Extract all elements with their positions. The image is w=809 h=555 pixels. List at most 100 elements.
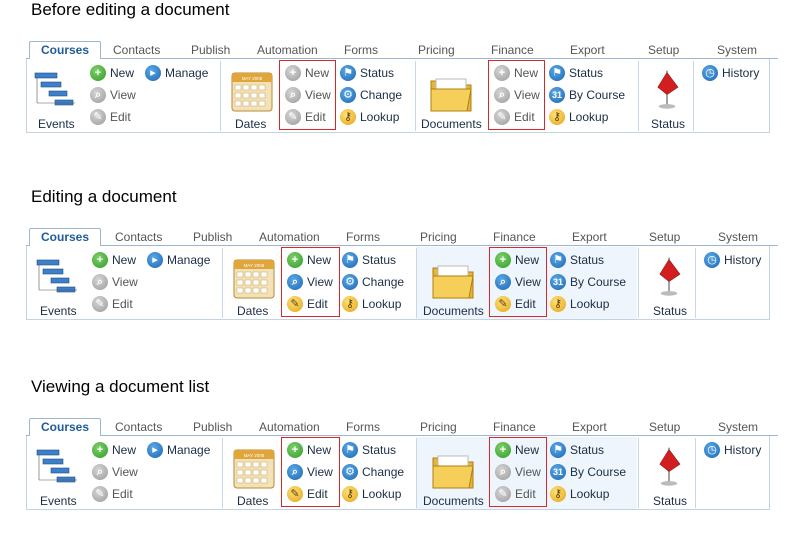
dates-change-button[interactable]: ⚙ Change (342, 272, 404, 292)
highlight-box (489, 247, 547, 317)
documents-lookup-button[interactable]: ⚷ Lookup (550, 484, 609, 504)
tab-automation[interactable]: Automation (257, 42, 318, 59)
documents-lookup-button[interactable]: ⚷ Lookup (549, 107, 608, 127)
events-edit-button[interactable]: ✎ Edit (92, 294, 133, 314)
dates-status-button[interactable]: ⚑ Status (340, 63, 394, 83)
tab-automation[interactable]: Automation (259, 229, 320, 246)
events-label[interactable]: Events (38, 117, 75, 131)
events-manage-button[interactable]: ▸ Manage (147, 440, 210, 460)
dates-label[interactable]: Dates (235, 117, 266, 131)
documents-lookup-button[interactable]: ⚷ Lookup (550, 294, 609, 314)
dates-lookup-button[interactable]: ⚷ Lookup (342, 484, 401, 504)
red-flag-icon[interactable] (647, 444, 691, 488)
tab-export[interactable]: Export (570, 42, 605, 59)
documents-by-course-button[interactable]: 31 By Course (550, 272, 626, 292)
documents-status-button[interactable]: ⚑ Status (550, 250, 604, 270)
red-flag-icon[interactable] (645, 67, 689, 111)
status-label[interactable]: Status (651, 117, 685, 131)
magnifier-icon: ⌕ (92, 464, 108, 480)
events-label[interactable]: Events (40, 494, 77, 508)
highlight-box (488, 60, 545, 130)
events-new-button[interactable]: + New (92, 250, 136, 270)
gantt-chart-icon[interactable] (33, 69, 77, 113)
tab-publish[interactable]: Publish (191, 42, 230, 59)
tab-courses[interactable]: Courses (29, 418, 102, 437)
status-label[interactable]: Status (653, 494, 687, 508)
calendar-icon[interactable]: MAY 2008 (232, 256, 276, 300)
events-view-button[interactable]: ⌕ View (92, 272, 138, 292)
tab-finance[interactable]: Finance (491, 42, 534, 59)
events-new-button[interactable]: + New (92, 440, 136, 460)
history-button[interactable]: ◷ History (704, 440, 761, 460)
documents-by-course-button[interactable]: 31 By Course (550, 462, 626, 482)
svg-text:MAY 2008: MAY 2008 (244, 263, 265, 268)
documents-label[interactable]: Documents (421, 117, 482, 131)
events-label[interactable]: Events (40, 304, 77, 318)
history-button[interactable]: ◷ History (704, 250, 761, 270)
calendar-icon[interactable]: MAY 2008 (232, 446, 276, 490)
folder-icon[interactable] (429, 71, 473, 115)
dates-label[interactable]: Dates (237, 494, 268, 508)
highlight-box (281, 437, 340, 507)
tab-publish[interactable]: Publish (193, 229, 232, 246)
events-edit-button[interactable]: ✎ Edit (92, 484, 133, 504)
events-view-button[interactable]: ⌕ View (90, 85, 136, 105)
events-manage-button[interactable]: ▸ Manage (147, 250, 210, 270)
dates-change-button[interactable]: ⚙ Change (340, 85, 402, 105)
tab-setup[interactable]: Setup (649, 229, 680, 246)
documents-status-button[interactable]: ⚑ Status (550, 440, 604, 460)
tab-pricing[interactable]: Pricing (418, 42, 455, 59)
ribbon: Events + New ⌕ View ✎ Edit ▸ Manage MAY 2008… (26, 246, 770, 320)
highlight-box (489, 437, 547, 507)
tab-publish[interactable]: Publish (193, 419, 232, 436)
documents-status-button[interactable]: ⚑ Status (549, 63, 603, 83)
dates-change-button[interactable]: ⚙ Change (342, 462, 404, 482)
tab-system[interactable]: System (718, 419, 758, 436)
history-button[interactable]: ◷ History (702, 63, 759, 83)
clock-icon: ◷ (704, 442, 720, 458)
tab-export[interactable]: Export (572, 419, 607, 436)
tab-setup[interactable]: Setup (648, 42, 679, 59)
calendar-icon[interactable]: MAY 2008 (230, 69, 274, 113)
tab-contacts[interactable]: Contacts (115, 419, 162, 436)
gantt-chart-icon[interactable] (35, 446, 79, 490)
status-label[interactable]: Status (653, 304, 687, 318)
tab-setup[interactable]: Setup (649, 419, 680, 436)
tab-pricing[interactable]: Pricing (420, 419, 457, 436)
ribbon: Events + New ⌕ View ✎ Edit ▸ Manage MAY 2008… (26, 436, 770, 510)
documents-by-course-button[interactable]: 31 By Course (549, 85, 625, 105)
gear-icon: ⚙ (342, 464, 358, 480)
documents-label[interactable]: Documents (423, 494, 484, 508)
tab-export[interactable]: Export (572, 229, 607, 246)
clock-icon: ◷ (704, 252, 720, 268)
folder-icon[interactable] (431, 258, 475, 302)
events-edit-button[interactable]: ✎ Edit (90, 107, 131, 127)
tab-pricing[interactable]: Pricing (420, 229, 457, 246)
tab-contacts[interactable]: Contacts (115, 229, 162, 246)
documents-label[interactable]: Documents (423, 304, 484, 318)
folder-icon[interactable] (431, 448, 475, 492)
dates-status-button[interactable]: ⚑ Status (342, 250, 396, 270)
tab-courses[interactable]: Courses (29, 41, 102, 60)
tab-forms[interactable]: Forms (344, 42, 378, 59)
tab-forms[interactable]: Forms (346, 229, 380, 246)
events-manage-button[interactable]: ▸ Manage (145, 63, 208, 83)
dates-status-button[interactable]: ⚑ Status (342, 440, 396, 460)
dates-label[interactable]: Dates (237, 304, 268, 318)
dates-lookup-button[interactable]: ⚷ Lookup (342, 294, 401, 314)
gantt-chart-icon[interactable] (35, 256, 79, 300)
tab-finance[interactable]: Finance (493, 419, 536, 436)
tab-forms[interactable]: Forms (346, 419, 380, 436)
events-view-button[interactable]: ⌕ View (92, 462, 138, 482)
events-new-button[interactable]: + New (90, 63, 134, 83)
dates-lookup-button[interactable]: ⚷ Lookup (340, 107, 399, 127)
tab-automation[interactable]: Automation (259, 419, 320, 436)
tab-contacts[interactable]: Contacts (113, 42, 160, 59)
red-flag-icon[interactable] (647, 254, 691, 298)
tab-courses[interactable]: Courses (29, 228, 102, 247)
tab-system[interactable]: System (718, 229, 758, 246)
flag-icon: ⚑ (550, 442, 566, 458)
highlight-box (279, 60, 336, 130)
tab-system[interactable]: System (717, 42, 757, 59)
tab-finance[interactable]: Finance (493, 229, 536, 246)
